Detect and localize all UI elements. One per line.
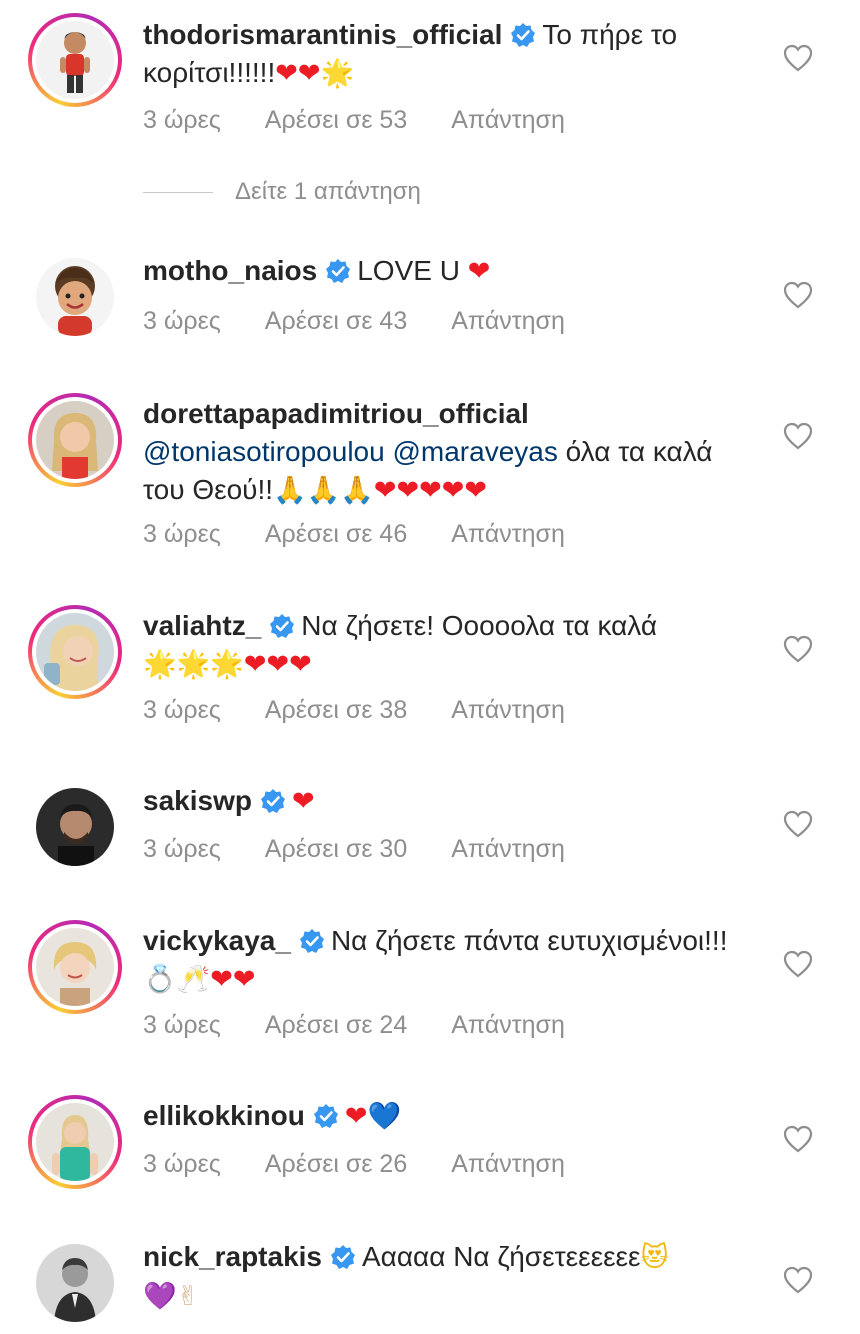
verified-badge-icon xyxy=(511,23,536,47)
avatar-story-ring[interactable] xyxy=(28,920,122,1014)
comment-emoji-misc: 💍🥂 xyxy=(143,964,211,995)
comment-emoji-blue: 💙 xyxy=(367,1101,402,1132)
comment-likes-link[interactable]: Αρέσει σε 26 xyxy=(265,1150,407,1178)
heart-outline-icon[interactable] xyxy=(783,422,813,450)
avatar xyxy=(36,21,114,99)
comment-emoji-purple: 💜 xyxy=(143,1281,177,1312)
comment-emoji: ❤❤❤ xyxy=(243,649,312,680)
reply-button[interactable]: Απάντηση xyxy=(451,106,565,134)
avatar xyxy=(36,258,114,336)
comment-likes-link[interactable]: Αρέσει σε 46 xyxy=(265,520,407,548)
heart-outline-icon[interactable] xyxy=(783,44,813,72)
comment-emoji-victory: ✌ xyxy=(176,1281,200,1312)
comment-username[interactable]: nick_raptakis xyxy=(143,1241,322,1272)
heart-outline-icon[interactable] xyxy=(783,810,813,838)
comment-time: 3 ώρες xyxy=(143,520,221,548)
comment-likes-link[interactable]: Αρέσει σε 43 xyxy=(265,307,407,335)
comment-emoji: ❤❤❤❤❤ xyxy=(373,475,488,506)
heart-outline-icon[interactable] xyxy=(783,950,813,978)
verified-badge-icon xyxy=(331,1245,355,1269)
avatar xyxy=(36,401,114,479)
comment-text: Να ζήσετε! Οοοοολα τα καλά xyxy=(301,610,658,641)
verified-badge-icon xyxy=(260,789,285,813)
mention-link[interactable]: @maraveyas xyxy=(392,436,557,467)
avatar-container[interactable] xyxy=(28,1236,122,1330)
comment-username[interactable]: ellikokkinou xyxy=(143,1100,305,1131)
comment-emoji: ❤ xyxy=(291,786,315,817)
reply-button[interactable]: Απάντηση xyxy=(451,520,565,548)
heart-outline-icon[interactable] xyxy=(783,635,813,663)
comment-likes-link[interactable]: Αρέσει σε 38 xyxy=(265,696,407,724)
avatar xyxy=(36,788,114,866)
comment-username[interactable]: dorettapapadimitriou_official xyxy=(143,398,529,429)
comment-username[interactable]: motho_naios xyxy=(143,255,317,286)
reply-button[interactable]: Απάντηση xyxy=(451,1150,565,1178)
heart-outline-icon[interactable] xyxy=(783,1125,813,1153)
comment-username[interactable]: valiahtz_ xyxy=(143,610,261,641)
avatar xyxy=(36,1103,114,1181)
verified-badge-icon xyxy=(299,929,324,953)
verified-badge-icon xyxy=(270,614,295,638)
comment-username[interactable]: vickykaya_ xyxy=(143,925,291,956)
comment-text: Ααααα Να ζήσετεεεεεε xyxy=(362,1241,641,1272)
comment-username[interactable]: sakiswp xyxy=(143,785,252,816)
avatar-story-ring[interactable] xyxy=(28,1095,122,1189)
reply-button[interactable]: Απάντηση xyxy=(451,1011,565,1039)
comment-text: Να ζήσετε πάντα ευτυχισμένοι!!! xyxy=(330,925,728,956)
comment-likes-link[interactable]: Αρέσει σε 53 xyxy=(265,106,407,134)
comment-emoji-stars: 🌟🌟🌟 xyxy=(143,649,244,680)
verified-badge-icon xyxy=(326,259,351,283)
avatar-story-ring[interactable] xyxy=(28,393,122,487)
mention-link[interactable]: @toniasotiropoulou xyxy=(143,436,385,467)
comment-emoji: ❤ xyxy=(467,256,491,287)
avatar xyxy=(36,928,114,1006)
comment-likes-link[interactable]: Αρέσει σε 24 xyxy=(265,1011,407,1039)
avatar-container[interactable] xyxy=(28,780,122,874)
comment-emoji: ❤ xyxy=(344,1101,368,1132)
comment-time: 3 ώρες xyxy=(143,106,221,134)
avatar xyxy=(36,613,114,691)
comment-time: 3 ώρες xyxy=(143,1011,221,1039)
comment-username[interactable]: thodorismarantinis_official xyxy=(143,19,502,50)
comment-time: 3 ώρες xyxy=(143,696,221,724)
comment-emoji: ❤❤ xyxy=(210,964,256,995)
comment-text: LOVE U xyxy=(357,255,460,286)
view-replies-button[interactable]: Δείτε 1 απάντηση xyxy=(143,178,421,206)
comment-likes-link[interactable]: Αρέσει σε 30 xyxy=(265,835,407,863)
heart-outline-icon[interactable] xyxy=(783,1266,813,1294)
comment-emoji: ❤❤🌟 xyxy=(275,58,355,89)
avatar-story-ring[interactable] xyxy=(28,13,122,107)
verified-badge-icon xyxy=(313,1104,338,1128)
comment-time: 3 ώρες xyxy=(143,307,221,335)
reply-button[interactable]: Απάντηση xyxy=(451,307,565,335)
comment-emoji-hands: 🙏🙏🙏 xyxy=(273,475,374,506)
comment-time: 3 ώρες xyxy=(143,1150,221,1178)
comment-emoji-face: 😻 xyxy=(640,1242,669,1273)
view-replies-label[interactable]: Δείτε 1 απάντηση xyxy=(235,178,421,206)
avatar-story-ring[interactable] xyxy=(28,605,122,699)
replies-divider xyxy=(143,191,213,193)
avatar xyxy=(36,1244,114,1322)
avatar-container[interactable] xyxy=(28,250,122,344)
comment-time: 3 ώρες xyxy=(143,835,221,863)
heart-outline-icon[interactable] xyxy=(783,281,813,309)
reply-button[interactable]: Απάντηση xyxy=(451,696,565,724)
reply-button[interactable]: Απάντηση xyxy=(451,835,565,863)
